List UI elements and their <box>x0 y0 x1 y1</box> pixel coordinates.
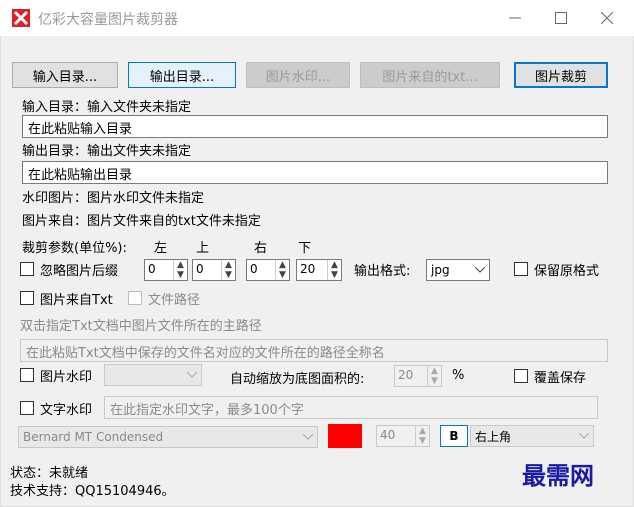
watermark-text-field[interactable]: 在此指定水印文字，最多100个字 <box>104 396 598 419</box>
crop-button[interactable]: 图片裁剪 <box>514 62 608 88</box>
close-button[interactable] <box>584 0 630 36</box>
input-dir-button[interactable]: 输入目录... <box>12 62 118 88</box>
percent-label: % <box>452 368 465 383</box>
watermark-image-label: 水印图片：图片水印文件未指定 <box>22 191 205 206</box>
from-txt-label: 图片来自Txt <box>40 293 113 308</box>
support-text: 技术支持：QQ15104946。 <box>10 484 175 499</box>
keep-format-label: 保留原格式 <box>534 264 600 279</box>
source-txt-button[interactable]: 图片来自的txt... <box>360 62 500 88</box>
output-dir-button[interactable]: 输出目录... <box>128 62 236 88</box>
output-format-value: jpg <box>431 263 450 277</box>
crop-right-label: 右 <box>254 241 268 256</box>
txt-path-hint[interactable]: 双击指定Txt文档中图片文件所在的主路径 <box>20 315 262 334</box>
text-watermark-checkbox[interactable] <box>20 401 34 415</box>
spinner-arrows-icon[interactable]: ▲ ▼ <box>173 260 187 280</box>
watermark-color-swatch[interactable] <box>328 424 362 448</box>
crop-bottom-spinner[interactable]: 20 ▲ ▼ <box>296 259 342 281</box>
minimize-button[interactable] <box>492 0 538 36</box>
image-watermark-label: 图片水印 <box>40 370 93 385</box>
output-dir-field[interactable]: 在此粘贴输出目录 <box>22 161 608 184</box>
output-format-label: 输出格式: <box>354 264 411 279</box>
keep-format-checkbox[interactable] <box>514 262 528 276</box>
chevron-down-icon <box>299 434 317 440</box>
close-icon <box>601 12 613 24</box>
image-watermark-select[interactable] <box>104 364 202 386</box>
overwrite-checkbox[interactable] <box>514 369 528 383</box>
minimize-icon <box>509 17 521 19</box>
crop-top-value: 0 <box>196 262 204 276</box>
position-select[interactable]: 右上角 <box>470 425 594 447</box>
input-dir-field[interactable]: 在此粘贴输入目录 <box>22 115 608 138</box>
source-txt-label: 图片来自：图片文件来自的txt文件未指定 <box>22 214 261 229</box>
scale-label: 自动缩放为底图面积的: <box>230 372 365 387</box>
crop-bottom-value: 20 <box>300 262 316 276</box>
crop-left-label: 左 <box>154 241 168 256</box>
file-path-checkbox[interactable] <box>128 291 142 305</box>
chevron-down-icon <box>575 433 593 439</box>
scale-value: 20 <box>398 368 414 382</box>
overwrite-label: 覆盖保存 <box>534 371 587 386</box>
spinner-arrows-icon[interactable]: ▲ ▼ <box>327 260 341 280</box>
maximize-icon <box>555 12 567 24</box>
crop-top-label: 上 <box>196 241 210 256</box>
ignore-suffix-label: 忽略图片后缀 <box>40 264 119 279</box>
font-value: Bernard MT Condensed <box>23 430 164 444</box>
crop-left-value: 0 <box>148 262 156 276</box>
chevron-down-icon <box>183 372 201 378</box>
from-txt-checkbox[interactable] <box>20 291 34 305</box>
bold-toggle[interactable]: B <box>440 425 468 447</box>
output-format-select[interactable]: jpg <box>426 259 490 281</box>
font-size-value: 40 <box>380 428 396 442</box>
position-value: 右上角 <box>475 429 512 444</box>
window-title: 亿彩大容量图片裁剪器 <box>38 12 178 28</box>
crop-top-spinner[interactable]: 0 ▲ ▼ <box>192 259 236 281</box>
crop-right-value: 0 <box>250 262 258 276</box>
font-size-spinner[interactable]: 40 ▲ ▼ <box>376 425 430 447</box>
spinner-arrows-icon[interactable]: ▲ ▼ <box>221 260 235 280</box>
crop-left-spinner[interactable]: 0 ▲ ▼ <box>144 259 188 281</box>
file-path-label: 文件路径 <box>148 293 201 308</box>
spinner-arrows-icon[interactable]: ▲ ▼ <box>275 260 289 280</box>
crop-right-spinner[interactable]: 0 ▲ ▼ <box>246 259 290 281</box>
txt-fullpath-field[interactable]: 在此粘贴Txt文档中保存的文件名对应的文件所在的路径全称名 <box>20 339 608 362</box>
spinner-arrows-icon[interactable]: ▲ ▼ <box>427 366 441 386</box>
title-bar: 亿彩大容量图片裁剪器 <box>0 0 634 36</box>
spinner-arrows-icon[interactable]: ▲ ▼ <box>415 426 429 446</box>
output-dir-label: 输出目录：输出文件夹未指定 <box>22 144 192 159</box>
ignore-suffix-checkbox[interactable] <box>20 262 34 276</box>
watermark-image-button[interactable]: 图片水印... <box>246 62 350 88</box>
maximize-button[interactable] <box>538 0 584 36</box>
crop-params-label: 裁剪参数(单位%): <box>22 241 127 256</box>
site-watermark: 最需网 <box>522 461 594 490</box>
scale-spinner[interactable]: 20 ▲ ▼ <box>394 365 442 387</box>
image-watermark-checkbox[interactable] <box>20 368 34 382</box>
crop-bottom-label: 下 <box>298 241 312 256</box>
app-logo-icon <box>12 9 30 27</box>
input-dir-label: 输入目录：输入文件夹未指定 <box>22 100 192 115</box>
text-watermark-label: 文字水印 <box>40 403 93 418</box>
chevron-down-icon <box>471 267 489 273</box>
status-text: 状态：未就绪 <box>10 466 89 481</box>
font-select[interactable]: Bernard MT Condensed <box>18 426 318 448</box>
